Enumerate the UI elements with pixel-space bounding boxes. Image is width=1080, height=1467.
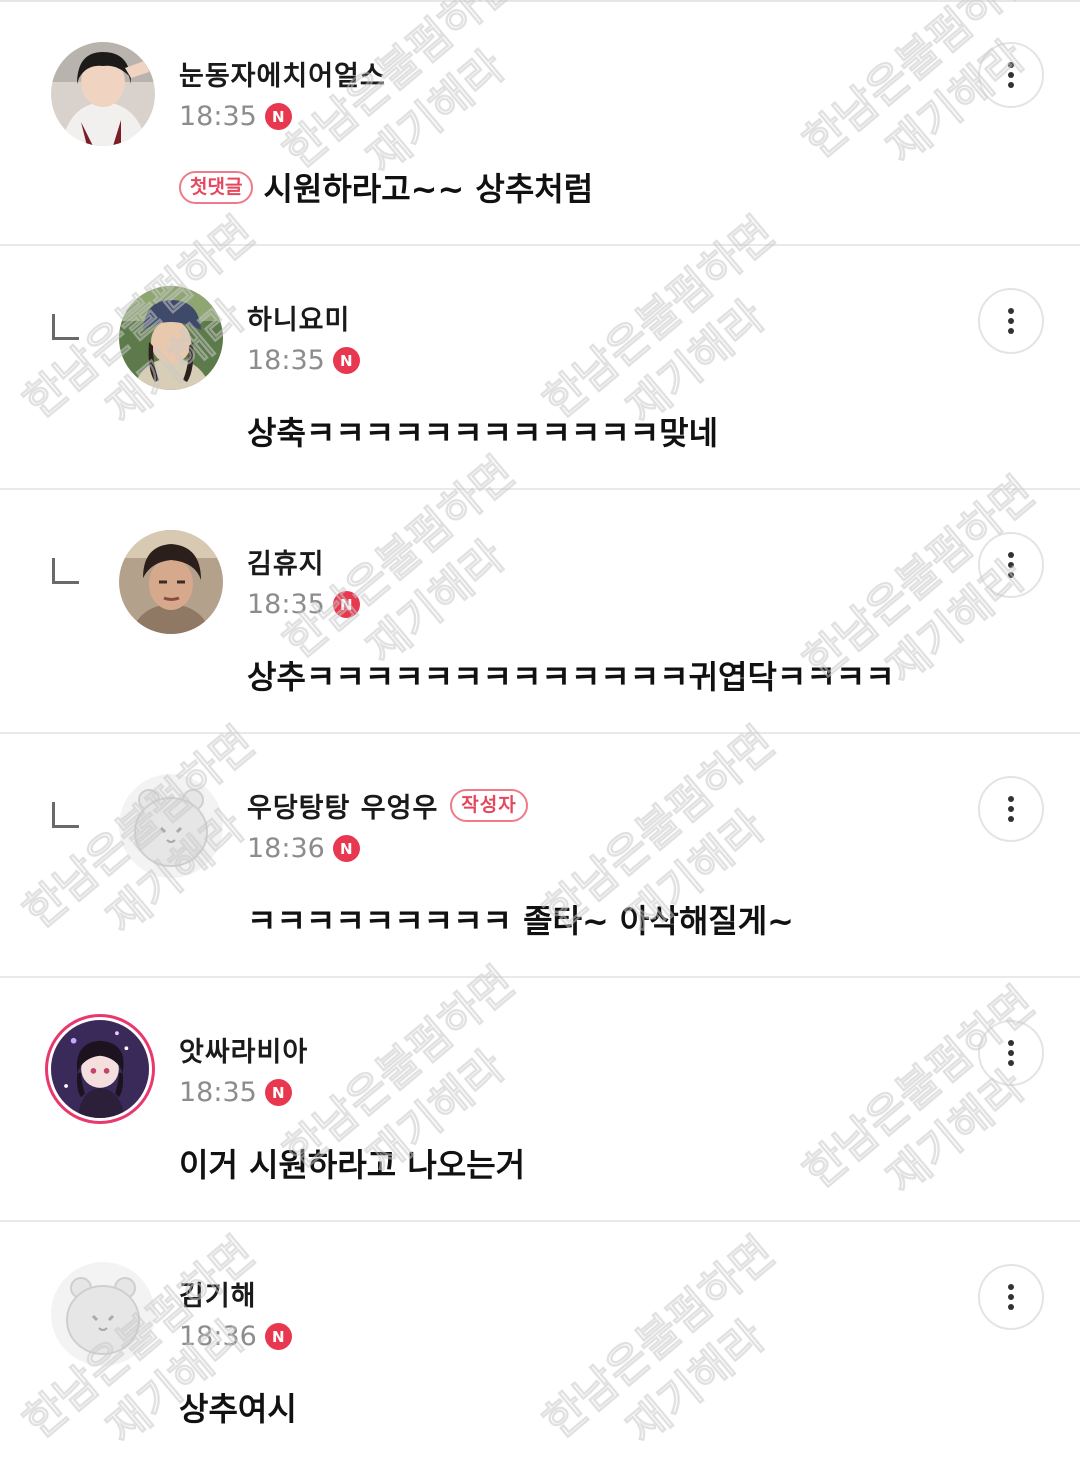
first-comment-tag: 첫댓글 bbox=[179, 170, 254, 204]
new-badge-icon: N bbox=[332, 835, 360, 862]
comment-meta: 18:35 N bbox=[247, 589, 360, 620]
author-tag: 작성자 bbox=[450, 789, 528, 822]
more-options-button[interactable] bbox=[978, 1264, 1044, 1330]
new-badge-icon: N bbox=[264, 1079, 292, 1106]
comment-meta: 18:35 N bbox=[179, 1077, 292, 1108]
comment-text-row: 상축ㅋㅋㅋㅋㅋㅋㅋㅋㅋㅋㅋㅋ맞네 bbox=[247, 408, 718, 454]
more-vertical-icon bbox=[1008, 794, 1014, 824]
new-badge-icon: N bbox=[332, 591, 360, 618]
comment-item: 김기해 18:36 N 상추여시 bbox=[0, 1222, 1080, 1467]
timestamp: 18:36 bbox=[179, 1321, 257, 1352]
comment-text-row: 이거 시원하라고 나오는거 bbox=[179, 1140, 525, 1186]
timestamp: 18:35 bbox=[247, 345, 325, 376]
more-options-button[interactable] bbox=[978, 776, 1044, 842]
avatar[interactable] bbox=[51, 1262, 155, 1366]
comment-text-row: 첫댓글 시원하라고~~ 상추처럼 bbox=[179, 164, 593, 210]
reply-arrow-icon bbox=[52, 558, 79, 584]
avatar[interactable] bbox=[119, 286, 223, 390]
reply-arrow-icon bbox=[52, 802, 79, 828]
more-options-button[interactable] bbox=[978, 1020, 1044, 1086]
timestamp: 18:35 bbox=[247, 589, 325, 620]
comment-item: 우당탕탕 우엉우 작성자 18:36 N ㅋㅋㅋㅋㅋㅋㅋㅋㅋ 졸타~ 아삭해질게… bbox=[0, 734, 1080, 978]
comment-text-row: ㅋㅋㅋㅋㅋㅋㅋㅋㅋ 졸타~ 아삭해질게~ bbox=[247, 896, 794, 942]
more-options-button[interactable] bbox=[978, 532, 1044, 598]
username[interactable]: 김기해 bbox=[179, 1274, 257, 1313]
avatar[interactable] bbox=[119, 774, 223, 878]
comment-text: 상축ㅋㅋㅋㅋㅋㅋㅋㅋㅋㅋㅋㅋ맞네 bbox=[247, 414, 719, 452]
username[interactable]: 앗싸라비아 bbox=[179, 1030, 308, 1069]
comment-item: 앗싸라비아 18:35 N 이거 시원하라고 나오는거 bbox=[0, 978, 1080, 1222]
comment-meta: 18:35 N bbox=[247, 345, 360, 376]
more-options-button[interactable] bbox=[978, 288, 1044, 354]
new-badge-icon: N bbox=[264, 1323, 292, 1350]
username[interactable]: 우당탕탕 우엉우 bbox=[247, 786, 438, 825]
comment-item: 김휴지 18:35 N 상추ㅋㅋㅋㅋㅋㅋㅋㅋㅋㅋㅋㅋㅋ귀엽닥ㅋㅋㅋㅋ bbox=[0, 490, 1080, 734]
timestamp: 18:35 bbox=[179, 101, 257, 132]
username-row: 우당탕탕 우엉우 작성자 bbox=[247, 786, 538, 825]
new-badge-icon: N bbox=[264, 103, 292, 130]
username[interactable]: 눈동자에치어얼스 bbox=[179, 54, 386, 93]
avatar[interactable] bbox=[51, 42, 155, 146]
comment-text: 상추여시 bbox=[179, 1390, 297, 1428]
comment-meta: 18:35 N bbox=[179, 101, 292, 132]
more-options-button[interactable] bbox=[978, 42, 1044, 108]
more-vertical-icon bbox=[1008, 60, 1014, 90]
more-vertical-icon bbox=[1008, 1282, 1014, 1312]
comment-text: 시원하라고~~ 상추처럼 bbox=[263, 170, 594, 208]
avatar[interactable] bbox=[119, 530, 223, 634]
comment-text: ㅋㅋㅋㅋㅋㅋㅋㅋㅋ 졸타~ 아삭해질게~ bbox=[247, 902, 794, 940]
comment-item: 하니요미 18:35 N 상축ㅋㅋㅋㅋㅋㅋㅋㅋㅋㅋㅋㅋ맞네 bbox=[0, 246, 1080, 490]
comment-text-row: 상추여시 bbox=[179, 1384, 297, 1430]
avatar[interactable] bbox=[51, 1020, 149, 1118]
timestamp: 18:35 bbox=[179, 1077, 257, 1108]
comment-text: 이거 시원하라고 나오는거 bbox=[179, 1146, 526, 1184]
comment-text: 상추ㅋㅋㅋㅋㅋㅋㅋㅋㅋㅋㅋㅋㅋ귀엽닥ㅋㅋㅋㅋ bbox=[247, 658, 895, 696]
reply-arrow-icon bbox=[52, 314, 79, 340]
more-vertical-icon bbox=[1008, 1038, 1014, 1068]
comment-meta: 18:36 N bbox=[179, 1321, 292, 1352]
comment-text-row: 상추ㅋㅋㅋㅋㅋㅋㅋㅋㅋㅋㅋㅋㅋ귀엽닥ㅋㅋㅋㅋ bbox=[247, 652, 895, 698]
username[interactable]: 하니요미 bbox=[247, 298, 350, 337]
username[interactable]: 김휴지 bbox=[247, 542, 325, 581]
more-vertical-icon bbox=[1008, 306, 1014, 336]
timestamp: 18:36 bbox=[247, 833, 325, 864]
comment-item: 눈동자에치어얼스 18:35 N 첫댓글 시원하라고~~ 상추처럼 bbox=[0, 2, 1080, 246]
new-badge-icon: N bbox=[332, 347, 360, 374]
comment-meta: 18:36 N bbox=[247, 833, 360, 864]
more-vertical-icon bbox=[1008, 550, 1014, 580]
